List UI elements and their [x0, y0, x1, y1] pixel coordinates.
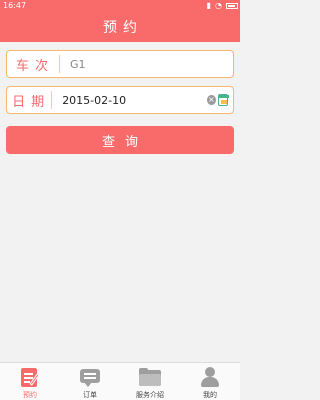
tab-services-label: 服务介绍: [136, 391, 164, 399]
train-number-input[interactable]: [60, 52, 233, 76]
reserve-icon: [19, 367, 41, 387]
date-field: 日期 ×: [6, 86, 234, 114]
page-title: 预约: [103, 20, 143, 36]
calendar-icon[interactable]: [217, 94, 230, 106]
bottom-tab-bar: 预约 订单 服务介绍 我的: [0, 362, 240, 400]
date-input[interactable]: [52, 88, 208, 112]
clear-icon[interactable]: ×: [207, 95, 216, 105]
status-time: 16:47: [3, 1, 27, 10]
status-icons: ▮ ◔: [207, 1, 238, 10]
orders-icon: [79, 367, 101, 387]
user-icon: [199, 367, 221, 387]
tab-reserve-label: 预约: [23, 391, 37, 399]
tab-mine-label: 我的: [203, 391, 217, 399]
train-number-field: 车次: [6, 50, 234, 78]
battery-icon: [226, 2, 238, 9]
status-bar: 16:47 ▮ ◔: [0, 0, 240, 12]
wifi-icon: ◔: [215, 1, 222, 10]
train-number-label: 车次: [15, 58, 54, 74]
tab-mine[interactable]: 我的: [180, 363, 240, 400]
signal-icon: ▮: [206, 1, 212, 10]
app-header: 预约: [0, 12, 240, 42]
tab-orders-label: 订单: [83, 391, 97, 399]
date-label: 日期: [12, 94, 51, 110]
tab-services[interactable]: 服务介绍: [120, 363, 180, 400]
tab-orders[interactable]: 订单: [60, 363, 120, 400]
query-button[interactable]: 查询: [6, 126, 234, 154]
folder-icon: [138, 367, 162, 387]
tab-reserve[interactable]: 预约: [0, 363, 60, 400]
